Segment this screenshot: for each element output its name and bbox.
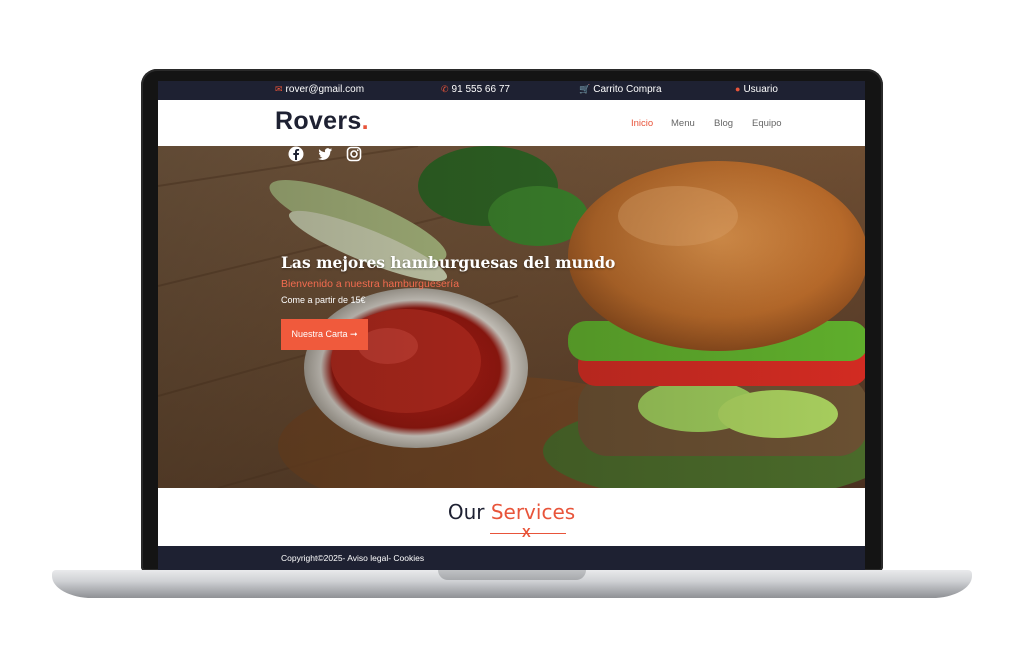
hero-subtitle: Bienvenido a nuestra hamburguesería [281,278,460,290]
divider-x-icon: X [522,525,531,540]
twitter-icon[interactable] [317,146,333,162]
nuestra-carta-button[interactable]: Nuestra Carta ➞ [281,319,368,350]
footer-copyright: Copyright©2025- Aviso legal- Cookies [281,553,425,563]
hero-title: Las mejores hamburguesas del mundo [281,253,616,272]
facebook-icon[interactable] [288,146,304,162]
main-nav: Rovers. Inicio Menu Blog Equipo [158,100,865,147]
phone-icon: ✆ [441,84,449,94]
site-footer: Copyright©2025- Aviso legal- Cookies [158,546,865,570]
instagram-icon[interactable] [346,146,362,162]
nav-item-inicio[interactable]: Inicio [631,118,653,129]
laptop-screen: ✉ rover@gmail.com ✆ 91 555 66 77 🛒 Carrito … [158,81,865,570]
hero-price-text: Come a partir de 15€ [281,295,366,305]
nav-item-menu[interactable]: Menu [671,118,695,129]
top-contact-bar: ✉ rover@gmail.com ✆ 91 555 66 77 🛒 Carrito … [158,81,865,100]
email-link[interactable]: ✉ rover@gmail.com [275,84,364,95]
user-link[interactable]: ● Usuario [735,84,778,95]
user-icon: ● [735,84,741,94]
hero-section: Las mejores hamburguesas del mundo Bienv… [158,146,865,488]
cart-link[interactable]: 🛒 Carrito Compra [579,84,662,95]
hero-overlay [158,146,865,488]
laptop-notch [438,570,586,580]
services-heading: Our Services [447,500,576,524]
nav-item-blog[interactable]: Blog [714,118,733,129]
nav-item-equipo[interactable]: Equipo [752,118,782,129]
phone-link[interactable]: ✆ 91 555 66 77 [441,84,510,95]
services-section: Our Services X [158,488,865,546]
cart-icon: 🛒 [579,84,591,94]
envelope-icon: ✉ [275,84,283,94]
brand-logo[interactable]: Rovers. [275,107,369,136]
